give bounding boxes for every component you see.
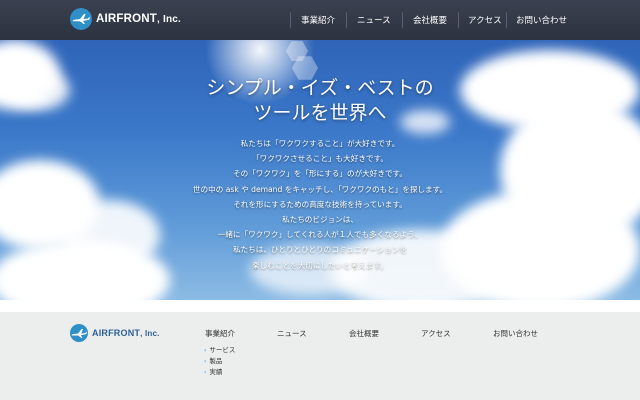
footer-nav-news[interactable]: ニュース: [277, 328, 307, 339]
airplane-circle-icon: [70, 8, 92, 30]
hero-banner: シンプル・イズ・ベストの ツールを世界へ 私たちは「ワクワクすること」が大好きで…: [0, 40, 640, 300]
chevron-right-icon: ›: [204, 358, 207, 365]
footer-nav-access[interactable]: アクセス: [421, 328, 451, 339]
nav-divider: [402, 12, 403, 28]
chevron-right-icon: ›: [204, 369, 207, 376]
airplane-circle-icon: [70, 324, 88, 342]
logo-text: AIRFRONT, Inc.: [96, 13, 181, 25]
footer-logo[interactable]: AIRFRONT, Inc.: [70, 324, 160, 342]
footer-nav-contact[interactable]: お問い合わせ: [493, 328, 538, 339]
footer-sub-item-results[interactable]: › 実績: [204, 366, 222, 376]
site-footer: AIRFRONT, Inc. 事業紹介 ニュース 会社概要 アクセス お問い合わ…: [0, 300, 640, 400]
site-header: AIRFRONT, Inc. 事業紹介 ニュース 会社概要 アクセス お問い合わ…: [0, 0, 640, 40]
nav-item-business[interactable]: 事業紹介: [301, 14, 335, 26]
footer-nav-business[interactable]: 事業紹介: [205, 328, 235, 339]
nav-item-access[interactable]: アクセス: [468, 14, 502, 26]
footer-sub-item-products[interactable]: › 製品: [204, 355, 222, 365]
footer-nav-company[interactable]: 会社概要: [349, 328, 379, 339]
nav-divider: [346, 12, 347, 28]
chevron-right-icon: ›: [204, 347, 207, 354]
nav-divider: [506, 12, 507, 28]
header-logo[interactable]: AIRFRONT, Inc.: [70, 8, 181, 30]
nav-divider: [458, 12, 459, 28]
nav-divider: [290, 12, 291, 28]
nav-item-contact[interactable]: お問い合わせ: [516, 14, 567, 26]
nav-item-company[interactable]: 会社概要: [413, 14, 447, 26]
logo-text: AIRFRONT, Inc.: [92, 328, 160, 338]
hero-message: 私たちは「ワクワクすること」が大好きです。 「ワクワクさせること」も大好きです。…: [192, 139, 448, 270]
hero-title: シンプル・イズ・ベストの ツールを世界へ: [206, 77, 434, 124]
footer-sub-item-service[interactable]: › サービス: [204, 344, 235, 354]
nav-item-news[interactable]: ニュース: [357, 14, 391, 26]
